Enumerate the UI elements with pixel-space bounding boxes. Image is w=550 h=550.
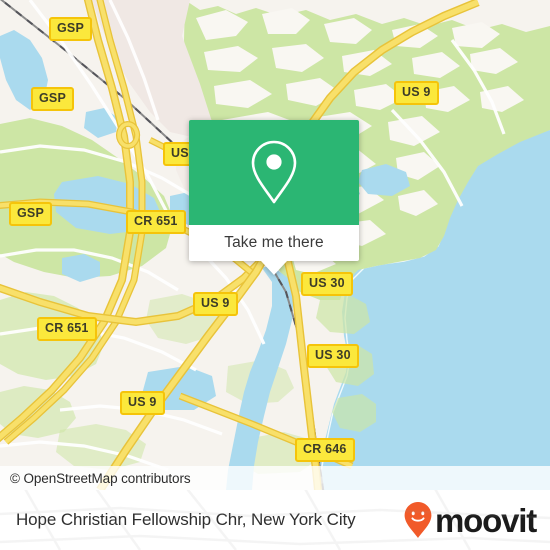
route-shield: GSP: [49, 17, 92, 41]
map-canvas[interactable]: GSP GSP US 9 US GSP CR 651 US 30 US 9 CR…: [0, 0, 550, 490]
route-shield: CR 651: [126, 210, 186, 234]
route-shield: US 30: [307, 344, 359, 368]
moovit-map-page: GSP GSP US 9 US GSP CR 651 US 30 US 9 CR…: [0, 0, 550, 550]
location-popup-card[interactable]: Take me there: [189, 120, 359, 275]
route-shield: US 9: [193, 292, 238, 316]
route-shield: US 30: [301, 272, 353, 296]
route-shield: CR 646: [295, 438, 355, 462]
route-shield: GSP: [31, 87, 74, 111]
moovit-pin-icon: [404, 502, 432, 538]
page-title: Hope Christian Fellowship Chr, New York …: [16, 510, 356, 529]
popup-footer[interactable]: Take me there: [189, 225, 359, 275]
map-attribution: © OpenStreetMap contributors: [0, 466, 550, 490]
take-me-there-label: Take me there: [224, 234, 324, 251]
attribution-text: © OpenStreetMap contributors: [10, 470, 191, 486]
popup-header: [189, 120, 359, 225]
route-shield: US 9: [120, 391, 165, 415]
map-pin-icon: [251, 140, 297, 203]
route-shield: CR 651: [37, 317, 97, 341]
popup-tail: [261, 261, 287, 275]
moovit-wordmark: moovit: [435, 501, 537, 539]
page-footer: Hope Christian Fellowship Chr, New York …: [0, 490, 550, 550]
route-shield: US 9: [394, 81, 439, 105]
route-shield: GSP: [9, 202, 52, 226]
moovit-logo[interactable]: moovit: [403, 501, 537, 539]
